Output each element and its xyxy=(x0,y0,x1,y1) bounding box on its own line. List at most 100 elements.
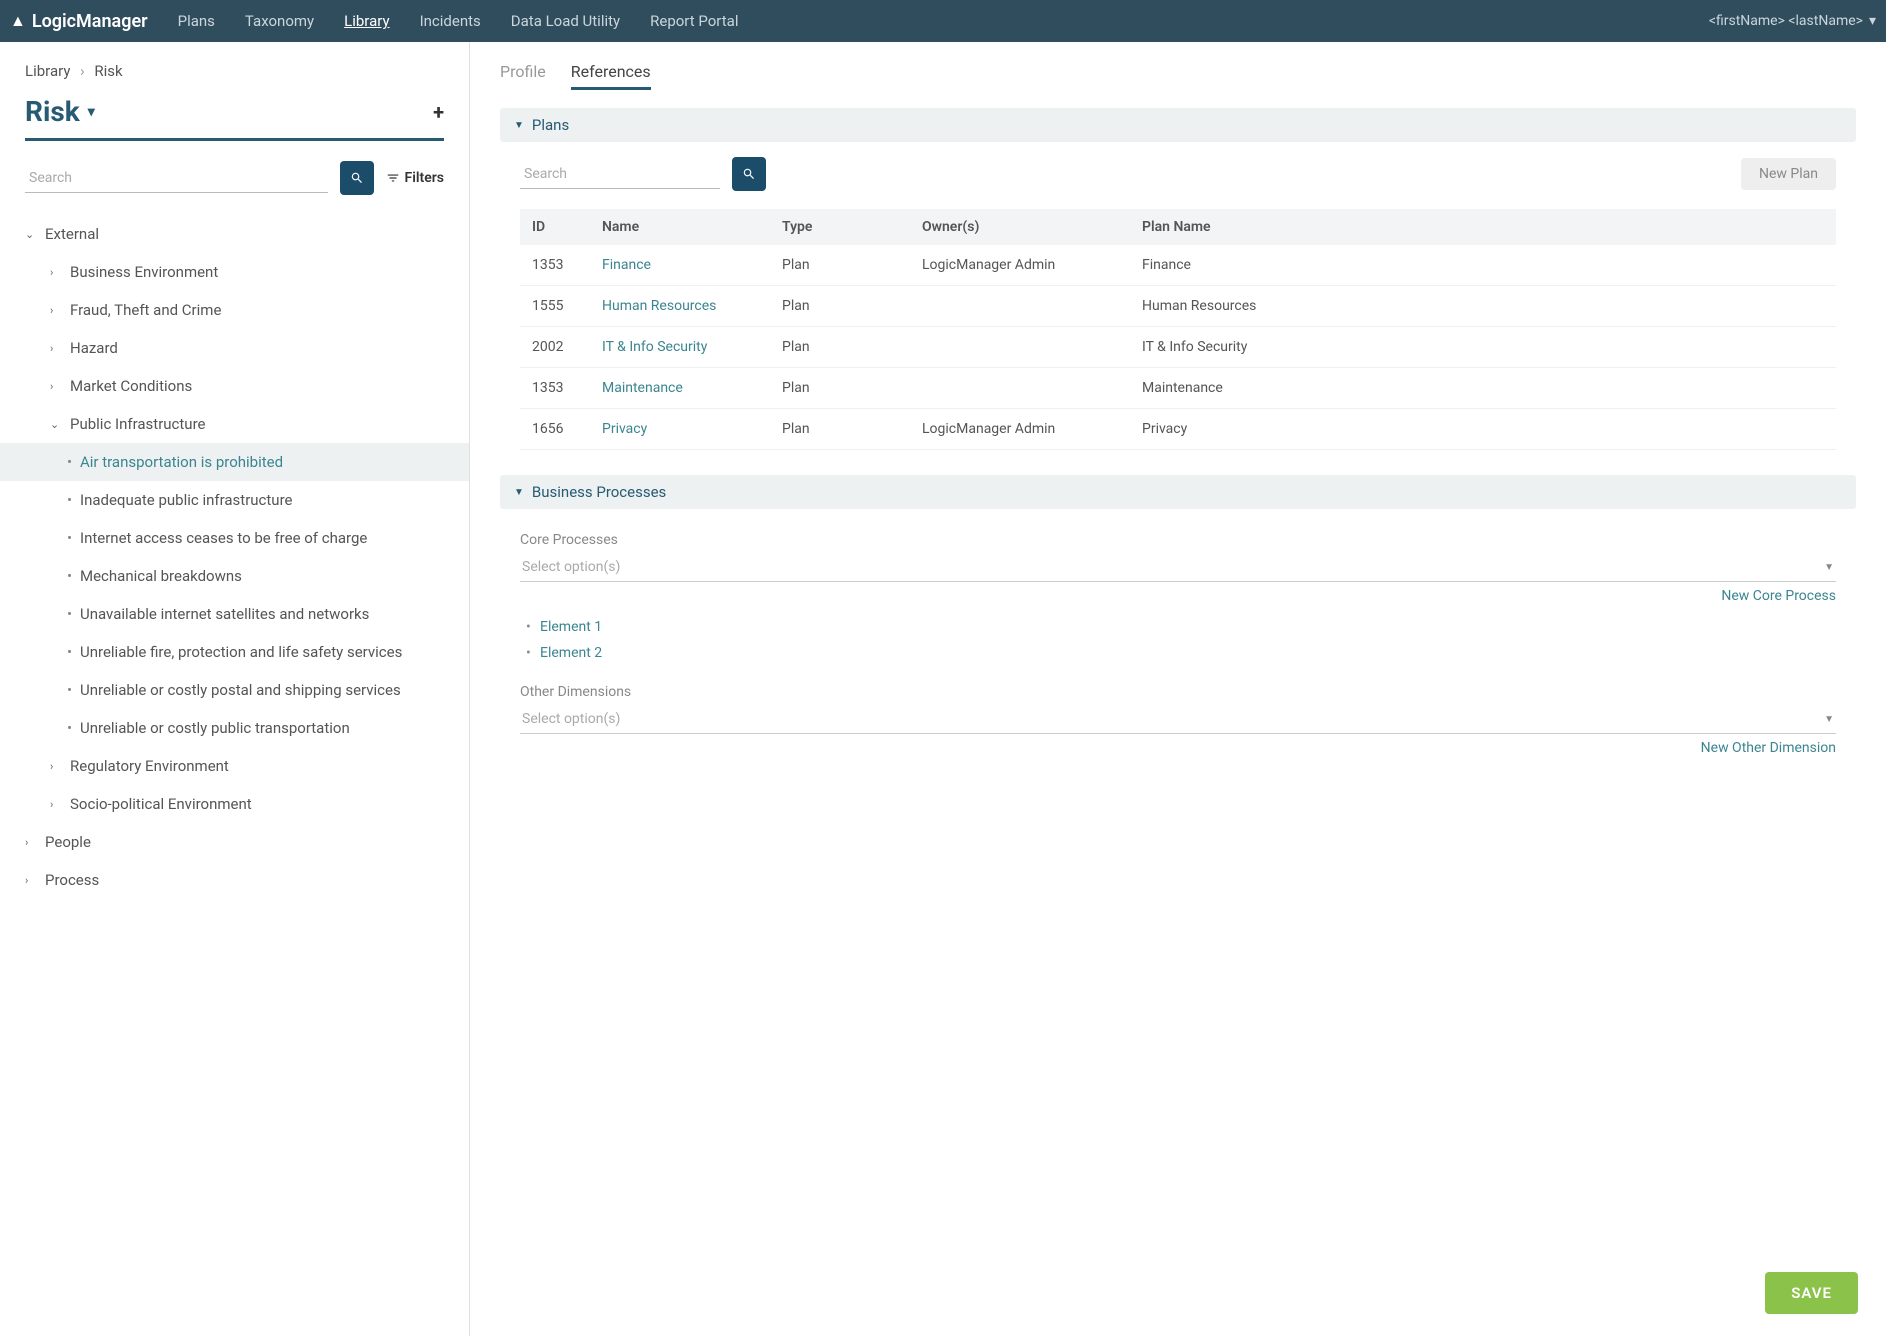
nav-item-taxonomy[interactable]: Taxonomy xyxy=(245,12,314,30)
cell-plan-name: Finance xyxy=(1142,257,1824,273)
tree-item-label: Internet access ceases to be free of cha… xyxy=(80,529,367,547)
tab-profile[interactable]: Profile xyxy=(500,62,546,90)
tree-item[interactable]: Unreliable or costly public transportati… xyxy=(25,709,444,747)
caret-down-icon: ▼ xyxy=(514,120,524,131)
table-row: 1656PrivacyPlanLogicManager AdminPrivacy xyxy=(520,409,1836,450)
nav-item-library[interactable]: Library xyxy=(344,12,389,30)
cell-name-link[interactable]: Human Resources xyxy=(602,298,782,314)
tree-item[interactable]: ›Process xyxy=(25,861,444,899)
tree-item-label: External xyxy=(45,225,99,243)
tree-item[interactable]: ›People xyxy=(25,823,444,861)
tree-item-label: Process xyxy=(45,871,99,889)
cell-plan-name: IT & Info Security xyxy=(1142,339,1824,355)
risk-tree: ⌄External›Business Environment›Fraud, Th… xyxy=(25,215,444,899)
nav-item-incidents[interactable]: Incidents xyxy=(420,12,481,30)
cell-type: Plan xyxy=(782,298,922,314)
tree-item[interactable]: Air transportation is prohibited xyxy=(0,443,469,481)
tree-item[interactable]: Unreliable fire, protection and life saf… xyxy=(25,633,444,671)
bp-section-body: Core Processes Select option(s) ▼ New Co… xyxy=(500,509,1856,781)
cell-owner xyxy=(922,339,1142,355)
new-core-process-link[interactable]: New Core Process xyxy=(520,588,1836,604)
caret-down-icon: ▼ xyxy=(1824,562,1834,573)
cell-type: Plan xyxy=(782,257,922,273)
chevron-right-icon: › xyxy=(50,798,62,811)
filters-button[interactable]: Filters xyxy=(386,170,444,186)
sidebar-search-button[interactable] xyxy=(340,161,374,195)
tree-item[interactable]: ⌄ External xyxy=(25,215,444,253)
left-panel: Library › Risk Risk ▾ + Filters ⌄ Externa… xyxy=(0,42,470,1336)
bp-section-header[interactable]: ▼ Business Processes xyxy=(500,475,1856,509)
nav-items: Plans Taxonomy Library Incidents Data Load U… xyxy=(178,12,1709,30)
nav-item-data-load-utility[interactable]: Data Load Utility xyxy=(511,12,620,30)
filter-icon xyxy=(386,171,400,185)
tree-item[interactable]: › Hazard xyxy=(25,329,444,367)
col-id: ID xyxy=(532,219,602,235)
tree-item[interactable]: Internet access ceases to be free of cha… xyxy=(25,519,444,557)
cell-id: 1353 xyxy=(532,257,602,273)
tree-item-label: Inadequate public infrastructure xyxy=(80,491,292,509)
search-icon xyxy=(350,171,364,185)
tab-references[interactable]: References xyxy=(571,62,651,90)
other-dimensions-select[interactable]: Select option(s) ▼ xyxy=(520,705,1836,734)
sidebar-search-input[interactable] xyxy=(25,164,328,193)
breadcrumb-library[interactable]: Library xyxy=(25,62,70,80)
tree-item-label: Unavailable internet satellites and netw… xyxy=(80,605,369,623)
heading-text: Risk xyxy=(25,95,80,128)
cell-name-link[interactable]: Maintenance xyxy=(602,380,782,396)
chevron-right-icon: › xyxy=(50,342,62,355)
cell-name-link[interactable]: Finance xyxy=(602,257,782,273)
cell-plan-name: Human Resources xyxy=(1142,298,1824,314)
tree-item[interactable]: ›Business Environment xyxy=(25,253,444,291)
tree-item[interactable]: ›Market Conditions xyxy=(25,367,444,405)
chevron-down-icon: ⌄ xyxy=(50,418,62,431)
plans-search-button[interactable] xyxy=(732,157,766,191)
user-menu[interactable]: <firstName> <lastName> ▾ xyxy=(1709,13,1876,29)
main-panel: Profile References ▼ Plans New Plan ID Na… xyxy=(470,42,1886,1336)
cell-owner xyxy=(922,298,1142,314)
breadcrumb: Library › Risk xyxy=(25,62,444,80)
plans-table-head: ID Name Type Owner(s) Plan Name xyxy=(520,209,1836,245)
new-plan-button[interactable]: New Plan xyxy=(1741,158,1836,190)
tree-item[interactable]: Unreliable or costly postal and shipping… xyxy=(25,671,444,709)
nav-item-plans[interactable]: Plans xyxy=(178,12,215,30)
plans-search-input[interactable] xyxy=(520,160,720,189)
nav-item-report-portal[interactable]: Report Portal xyxy=(650,12,738,30)
new-other-dimension-link[interactable]: New Other Dimension xyxy=(520,740,1836,756)
tree-item[interactable]: Inadequate public infrastructure xyxy=(25,481,444,519)
heading-dropdown[interactable]: Risk ▾ xyxy=(25,95,95,128)
brand: ▲ LogicManager xyxy=(10,11,148,32)
col-type: Type xyxy=(782,219,922,235)
plans-section-body: New Plan ID Name Type Owner(s) Plan Name… xyxy=(500,142,1856,475)
breadcrumb-risk[interactable]: Risk xyxy=(94,62,122,80)
tree-item-label: Business Environment xyxy=(70,263,218,281)
add-button[interactable]: + xyxy=(433,100,444,124)
bp-element-link[interactable]: Element 2 xyxy=(540,640,1836,666)
user-name: <firstName> <lastName> xyxy=(1709,13,1863,29)
table-row: 1353FinancePlanLogicManager AdminFinance xyxy=(520,245,1836,286)
cell-type: Plan xyxy=(782,421,922,437)
cell-id: 1656 xyxy=(532,421,602,437)
chevron-down-icon: ⌄ xyxy=(25,228,37,241)
bp-element-link[interactable]: Element 1 xyxy=(540,614,1836,640)
other-dimensions-label: Other Dimensions xyxy=(520,684,1836,700)
cell-owner: LogicManager Admin xyxy=(922,421,1142,437)
col-owner: Owner(s) xyxy=(922,219,1142,235)
tree-item[interactable]: ›Socio-political Environment xyxy=(25,785,444,823)
chevron-right-icon: › xyxy=(80,62,85,80)
tree-item[interactable]: Unavailable internet satellites and netw… xyxy=(25,595,444,633)
chevron-right-icon: › xyxy=(50,380,62,393)
plans-section-header[interactable]: ▼ Plans xyxy=(500,108,1856,142)
heading-row: Risk ▾ + xyxy=(25,95,444,141)
tree-item-label: Hazard xyxy=(70,339,118,357)
tree-item[interactable]: Mechanical breakdowns xyxy=(25,557,444,595)
core-processes-select[interactable]: Select option(s) ▼ xyxy=(520,553,1836,582)
tree-item[interactable]: ›Fraud, Theft and Crime xyxy=(25,291,444,329)
cell-id: 2002 xyxy=(532,339,602,355)
plans-section-title: Plans xyxy=(532,116,569,134)
cell-name-link[interactable]: Privacy xyxy=(602,421,782,437)
cell-name-link[interactable]: IT & Info Security xyxy=(602,339,782,355)
save-button[interactable]: SAVE xyxy=(1765,1272,1858,1314)
tree-item[interactable]: ⌄Public Infrastructure xyxy=(25,405,444,443)
tree-item[interactable]: ›Regulatory Environment xyxy=(25,747,444,785)
tree-item-label: Unreliable fire, protection and life saf… xyxy=(80,643,402,661)
